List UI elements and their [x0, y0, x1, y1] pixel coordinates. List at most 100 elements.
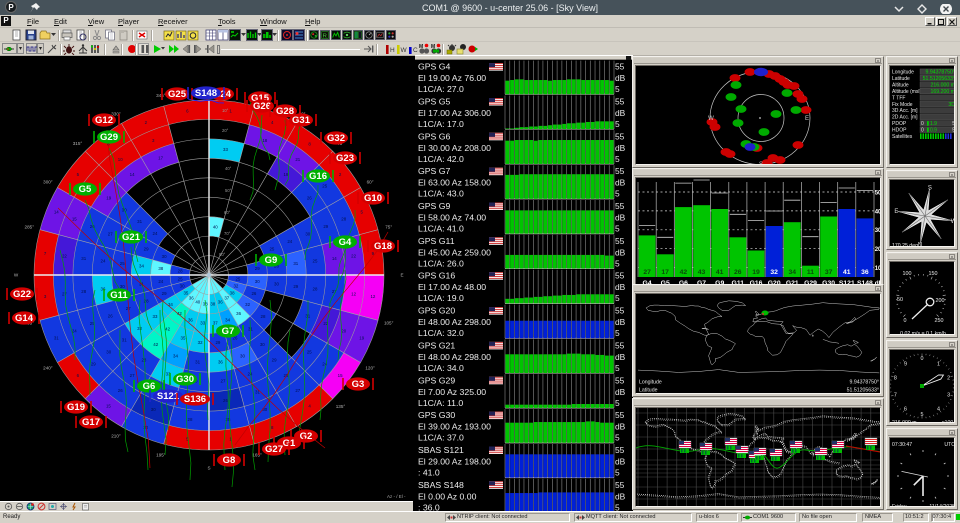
svg-text:Friday: Friday [892, 504, 907, 507]
svg-text:60°: 60° [224, 210, 231, 215]
svg-text:28: 28 [188, 417, 193, 422]
svg-text:200: 200 [936, 298, 945, 304]
svg-text:30: 30 [180, 284, 185, 289]
svg-text:dB: dB [615, 457, 626, 467]
svg-text:Altitude (msl): Altitude (msl) [892, 89, 922, 95]
svg-text:12: 12 [370, 294, 375, 299]
svg-text:250: 250 [935, 318, 944, 324]
svg-text:28: 28 [178, 269, 183, 274]
svg-text:L1C/A: 26.0: L1C/A: 26.0 [418, 258, 464, 268]
svg-text:55: 55 [615, 410, 625, 420]
svg-text:Latitude: Latitude [639, 388, 658, 394]
svg-text:Fix Mode: Fix Mode [892, 102, 913, 108]
svg-text:29: 29 [144, 247, 149, 252]
svg-text:G7: G7 [222, 326, 235, 337]
svg-text:25: 25 [235, 276, 240, 281]
svg-text:33: 33 [153, 314, 158, 319]
svg-text:29: 29 [91, 361, 96, 366]
svg-text:Latitude: Latitude [892, 76, 910, 82]
svg-text:165°: 165° [252, 452, 262, 457]
svg-text:31: 31 [137, 219, 142, 224]
svg-text:30: 30 [274, 281, 279, 286]
svg-text:GPS G20: GPS G20 [418, 306, 455, 316]
svg-text:4: 4 [937, 407, 940, 413]
svg-text:5: 5 [615, 119, 620, 129]
svg-text:3D Acc. [m]: 3D Acc. [m] [892, 108, 918, 114]
svg-text:27: 27 [643, 269, 651, 276]
svg-text:G10: G10 [364, 193, 382, 204]
svg-text:22: 22 [351, 254, 356, 259]
svg-text:27: 27 [62, 292, 67, 297]
svg-text:26: 26 [108, 313, 113, 318]
svg-text:51.51205633°: 51.51205633° [847, 388, 879, 394]
svg-text:27: 27 [295, 388, 300, 393]
svg-text:GPS G6: GPS G6 [418, 131, 451, 141]
svg-text:15: 15 [338, 373, 343, 378]
svg-text:dB: dB [615, 422, 626, 432]
svg-text:29: 29 [272, 357, 277, 362]
svg-text:dB: dB [615, 73, 626, 83]
svg-text:L1C/A: 17.0: L1C/A: 17.0 [418, 119, 464, 129]
svg-text:dB: dB [615, 247, 626, 257]
svg-text:100: 100 [903, 271, 912, 277]
svg-text:26: 26 [734, 269, 742, 276]
svg-text:G23: G23 [336, 153, 354, 164]
svg-text:10°: 10° [222, 108, 229, 113]
svg-text:3: 3 [947, 393, 950, 399]
svg-text:31: 31 [54, 336, 59, 341]
svg-text:40: 40 [875, 209, 881, 215]
svg-text:30: 30 [255, 279, 260, 284]
svg-text:9: 9 [904, 361, 907, 367]
svg-text:PDOP: PDOP [892, 121, 907, 127]
svg-text:34: 34 [173, 353, 178, 358]
svg-text:24: 24 [153, 231, 158, 236]
svg-text:80°: 80° [219, 252, 226, 257]
svg-text:G17: G17 [82, 417, 100, 428]
svg-text:GPS G30: GPS G30 [418, 410, 455, 420]
svg-text:G32: G32 [327, 133, 345, 144]
svg-text:36: 36 [189, 296, 194, 301]
svg-text:9.94378750°: 9.94378750° [850, 380, 879, 386]
svg-text:x100: x100 [942, 420, 953, 423]
svg-text:55: 55 [615, 271, 625, 281]
svg-text:3D: 3D [948, 102, 955, 108]
svg-text:: 41.0: : 41.0 [418, 468, 440, 478]
svg-text:GPS G29: GPS G29 [418, 375, 455, 385]
svg-text:34: 34 [225, 317, 230, 322]
svg-text:10: 10 [875, 266, 881, 272]
svg-text:24: 24 [72, 328, 77, 333]
svg-text:G6: G6 [143, 381, 156, 392]
svg-text:36: 36 [218, 359, 223, 364]
svg-text:L1C/A: 19.0: L1C/A: 19.0 [418, 293, 464, 303]
svg-text:41: 41 [716, 269, 724, 276]
svg-text:G11: G11 [110, 290, 128, 301]
svg-text:70°: 70° [224, 231, 231, 236]
svg-text:L1C/A: 42.0: L1C/A: 42.0 [418, 154, 464, 164]
svg-text:169.200 m: 169.200 m [930, 89, 955, 95]
svg-text:N: N [918, 243, 922, 247]
svg-text:28: 28 [313, 287, 318, 292]
svg-text:14: 14 [130, 172, 135, 177]
svg-text:G9: G9 [265, 255, 278, 266]
svg-text:34: 34 [789, 269, 797, 276]
svg-text:24: 24 [158, 279, 163, 284]
svg-text:El 30.00 Az 208.00: El 30.00 Az 208.00 [418, 143, 491, 153]
svg-text:34: 34 [139, 264, 144, 269]
svg-text:12: 12 [351, 292, 356, 297]
svg-text:2: 2 [947, 375, 950, 381]
svg-text:GPS G7: GPS G7 [418, 166, 451, 176]
svg-text:55: 55 [615, 236, 625, 246]
svg-text:G19: G19 [67, 402, 85, 413]
svg-text:El 39.00 Az 193.00: El 39.00 Az 193.00 [418, 422, 491, 432]
svg-text:26: 26 [251, 291, 256, 296]
svg-text:17: 17 [661, 269, 669, 276]
svg-text:: 36.0: : 36.0 [418, 502, 440, 511]
svg-text:El 48.00 Az 298.00: El 48.00 Az 298.00 [418, 352, 491, 362]
svg-text:30: 30 [305, 232, 310, 237]
svg-text:M: M [419, 44, 423, 50]
svg-text:29: 29 [323, 224, 328, 229]
svg-text:GPS G4: GPS G4 [418, 62, 451, 72]
svg-text:Altitude: Altitude [892, 82, 909, 88]
svg-text:25: 25 [178, 276, 183, 281]
svg-text:Longitude: Longitude [892, 70, 914, 76]
